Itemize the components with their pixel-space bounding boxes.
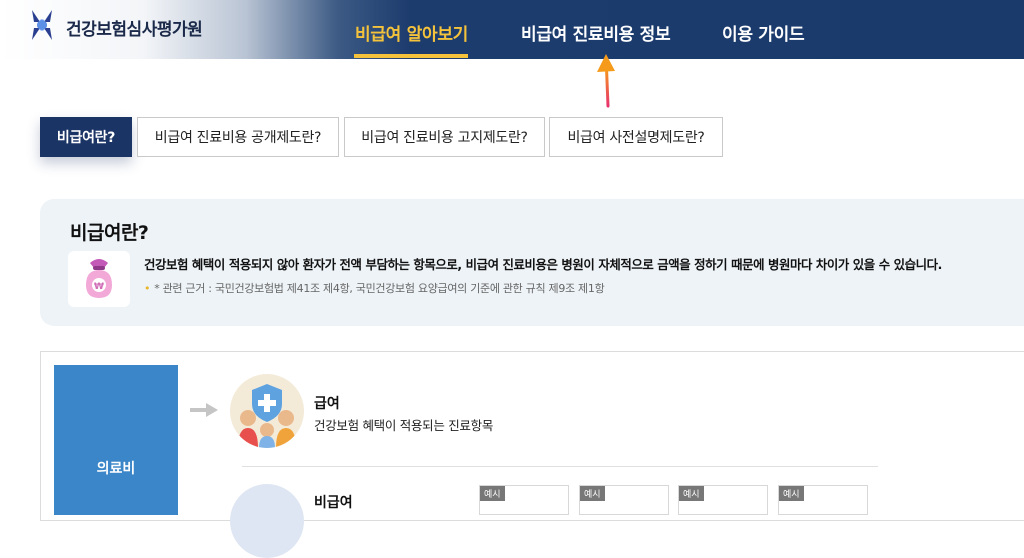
- bullet-dot-icon: •: [144, 282, 151, 295]
- benefit-description: 건강보험 혜택이 적용되는 진료항목: [314, 418, 494, 433]
- example-badge: 예시: [580, 486, 605, 501]
- example-card: 예시: [778, 485, 868, 515]
- nav-item-usage-guide[interactable]: 이용 가이드: [722, 20, 805, 45]
- info-legal-note: • * 관련 근거 : 국민건강보험법 제41조 제4항, 국민건강보험 요양급여…: [144, 280, 605, 296]
- example-card: 예시: [579, 485, 669, 515]
- example-card: 예시: [479, 485, 569, 515]
- info-title: 비급여란?: [70, 222, 149, 244]
- example-badge: 예시: [779, 486, 804, 501]
- tab-what-is-non-benefit[interactable]: 비급여란?: [40, 117, 132, 157]
- non-benefit-illustration-icon: [230, 484, 304, 558]
- diagram-divider: [242, 466, 878, 467]
- info-note-text: * 관련 근거 : 국민건강보험법 제41조 제4항, 국민건강보험 요양급여의…: [154, 282, 605, 295]
- example-badge: 예시: [679, 486, 704, 501]
- nav-item-non-benefit-cost-info[interactable]: 비급여 진료비용 정보: [521, 20, 671, 45]
- money-bag-icon: ₩: [68, 251, 130, 307]
- benefit-title: 급여: [314, 396, 340, 412]
- nav-item-about-non-benefit[interactable]: 비급여 알아보기: [355, 20, 468, 45]
- svg-text:₩: ₩: [94, 282, 104, 292]
- info-description: 건강보험 혜택이 적용되지 않아 환자가 전액 부담하는 항목으로, 비급여 진…: [144, 257, 942, 272]
- category-medical-cost: 의료비: [54, 365, 178, 515]
- flow-arrow-icon: [190, 403, 218, 417]
- hira-logo-icon[interactable]: [28, 8, 56, 42]
- nav-active-underline: [354, 54, 468, 58]
- example-badge: 예시: [480, 486, 505, 501]
- tab-prior-explanation[interactable]: 비급여 사전설명제도란?: [549, 117, 723, 157]
- tab-cost-disclosure[interactable]: 비급여 진료비용 공개제도란?: [137, 117, 339, 157]
- family-illustration-icon: [230, 374, 304, 448]
- example-card: 예시: [678, 485, 768, 515]
- brand-name[interactable]: 건강보험심사평가원: [66, 15, 203, 40]
- tab-cost-notice[interactable]: 비급여 진료비용 고지제도란?: [344, 117, 545, 157]
- pointer-arrow-icon: [597, 54, 615, 108]
- non-benefit-title: 비급여: [314, 495, 353, 511]
